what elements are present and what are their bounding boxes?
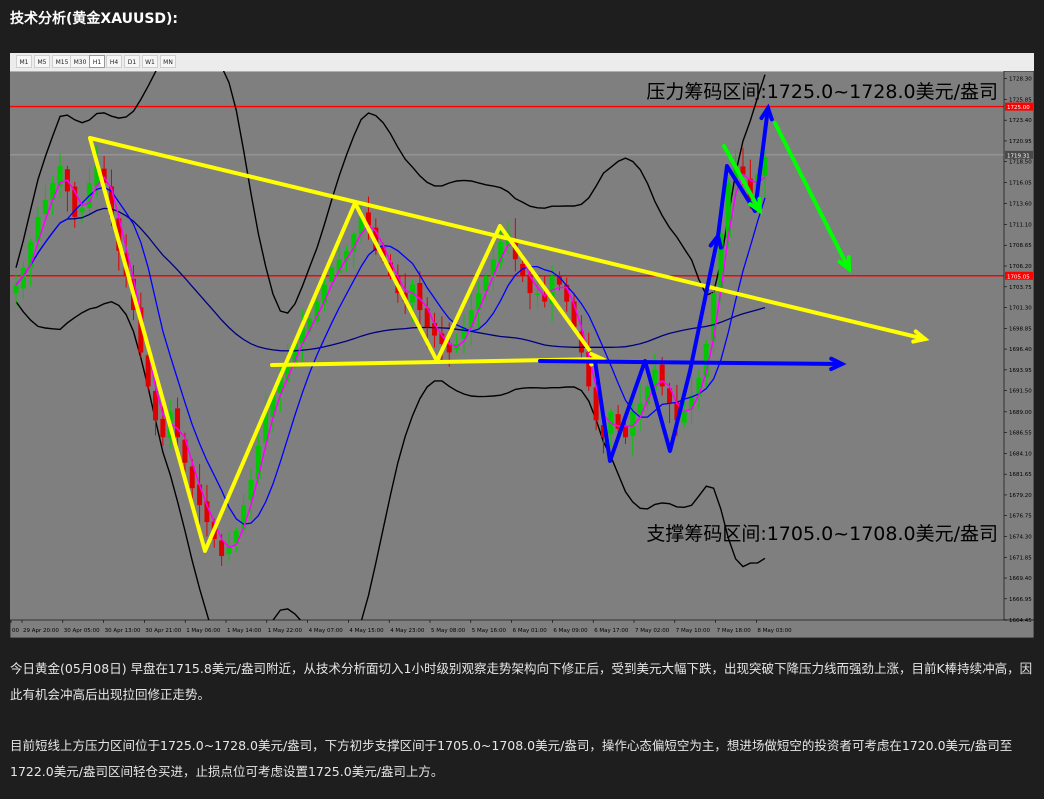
price-tick-label: 1718.50	[1009, 160, 1032, 166]
time-tick-label: 4 May 15:00	[349, 628, 384, 634]
price-tick-label: 1691.50	[1009, 389, 1032, 395]
time-tick-label: 1 May 14:00	[227, 628, 262, 634]
analysis-paragraph-2: 目前短线上方压力区间位于1725.0~1728.0美元/盎司，下方初步支撑区间于…	[10, 738, 1013, 779]
time-tick-label: 6 May 01:00	[513, 628, 548, 634]
time-tick-label: 00	[12, 628, 19, 634]
time-tick-label: 29 Apr 20:00	[23, 628, 59, 634]
time-tick-label: 7 May 18:00	[717, 628, 752, 634]
candle-body	[13, 284, 19, 294]
tf-button-h4[interactable]: H4	[106, 55, 122, 68]
support-zone-label: 支撑筹码区间:1705.0~1708.0美元/盎司	[646, 523, 998, 545]
price-tick-label: 1693.95	[1009, 368, 1032, 374]
price-tick-label: 1711.10	[1009, 222, 1032, 228]
green-forecast-arrow	[773, 121, 851, 271]
time-tick-label: 7 May 10:00	[676, 628, 711, 634]
tf-button-m1[interactable]: M1	[16, 55, 32, 68]
time-tick-label: 30 Apr 05:00	[64, 628, 100, 634]
price-tick-label: 1713.60	[1009, 201, 1032, 207]
candle-body	[637, 403, 643, 414]
price-tick-label: 1708.65	[1009, 243, 1032, 249]
price-tick-label: 1669.40	[1009, 576, 1032, 582]
price-tick-label: 1716.05	[1009, 180, 1032, 186]
price-tick-label: 1684.10	[1009, 451, 1032, 457]
candle-body	[534, 293, 540, 296]
candle-body	[681, 411, 687, 423]
price-tick-label: 1676.75	[1009, 514, 1032, 520]
tf-button-w1[interactable]: W1	[142, 55, 158, 68]
moving-average	[15, 186, 766, 525]
candle-body	[79, 208, 85, 213]
page-heading: 技术分析(黄金XAUUSD):	[10, 11, 179, 27]
candle-body	[329, 267, 335, 282]
price-tick-label: 1706.20	[1009, 264, 1032, 270]
time-tick-label: 1 May 06:00	[186, 628, 221, 634]
time-tick-label: 7 May 02:00	[635, 628, 670, 634]
price-tick-label: 1686.55	[1009, 431, 1032, 437]
candle-body	[659, 364, 665, 387]
candlestick-chart: 1728.30 1725.85 1723.40 1720.95 1718.50 1716.…	[10, 71, 1034, 638]
time-tick-label: 4 May 07:00	[309, 628, 344, 634]
time-tick-label: 30 Apr 21:00	[145, 628, 181, 634]
price-tick-label: 1728.30	[1009, 77, 1032, 83]
price-tick-label: 1703.75	[1009, 285, 1032, 291]
candle-body	[175, 408, 181, 438]
price-tick-label: 1671.85	[1009, 555, 1032, 561]
tf-button-m30[interactable]: M30	[70, 55, 90, 68]
time-tick-label: 4 May 23:00	[390, 628, 425, 634]
resistance-zone-label: 压力筹码区间:1725.0~1728.0美元/盎司	[646, 81, 998, 103]
price-tick-label: 1674.30	[1009, 534, 1032, 540]
price-tick-label: 1698.85	[1009, 326, 1032, 332]
price-marker-label: 1725.00	[1007, 105, 1030, 111]
price-marker-label: 1719.31	[1007, 153, 1030, 159]
price-tick-label: 1689.00	[1009, 410, 1032, 416]
candle-body	[622, 426, 628, 438]
tf-button-m5[interactable]: M5	[34, 55, 50, 68]
candle-body	[226, 547, 232, 555]
bollinger-lower-band	[15, 300, 766, 638]
price-tick-label: 1723.40	[1009, 118, 1032, 124]
time-tick-label: 5 May 08:00	[431, 628, 466, 634]
time-tick-label: 8 May 03:00	[757, 628, 792, 634]
time-tick-label: 1 May 22:00	[268, 628, 303, 634]
price-tick-label: 1679.20	[1009, 493, 1032, 499]
tf-button-h1[interactable]: H1	[89, 55, 105, 68]
tf-button-m15[interactable]: M15	[52, 55, 72, 68]
price-tick-label: 1701.30	[1009, 306, 1032, 312]
tf-button-d1[interactable]: D1	[124, 55, 140, 68]
tf-button-mn[interactable]: MN	[160, 55, 176, 68]
time-tick-label: 5 May 16:00	[472, 628, 507, 634]
candle-body	[219, 540, 225, 556]
analysis-paragraph-1: 今日黄金(05月08日) 早盘在1715.8美元/盎司附近，从技术分析面切入1小…	[10, 661, 1033, 702]
time-tick-label: 30 Apr 13:00	[105, 628, 141, 634]
timeframe-toolbar: M1 M5 M15 M30 H1 H4 D1 W1 MN	[10, 53, 1034, 72]
time-tick-label: 6 May 09:00	[553, 628, 588, 634]
price-tick-label: 1696.40	[1009, 347, 1032, 353]
candle-body	[197, 484, 203, 506]
price-tick-label: 1725.85	[1009, 97, 1032, 103]
price-tick-label: 1666.95	[1009, 597, 1032, 603]
candle-body	[160, 418, 166, 438]
candle-body	[42, 199, 48, 214]
time-tick-label: 6 May 17:00	[594, 628, 629, 634]
price-marker-label: 1705.05	[1007, 274, 1030, 280]
price-tick-label: 1664.45	[1009, 618, 1032, 624]
price-chart: M1 M5 M15 M30 H1 H4 D1 W1 MN 1728.30 1725…	[10, 53, 1034, 638]
price-tick-label: 1681.65	[1009, 472, 1032, 478]
price-tick-label: 1720.95	[1009, 139, 1032, 145]
